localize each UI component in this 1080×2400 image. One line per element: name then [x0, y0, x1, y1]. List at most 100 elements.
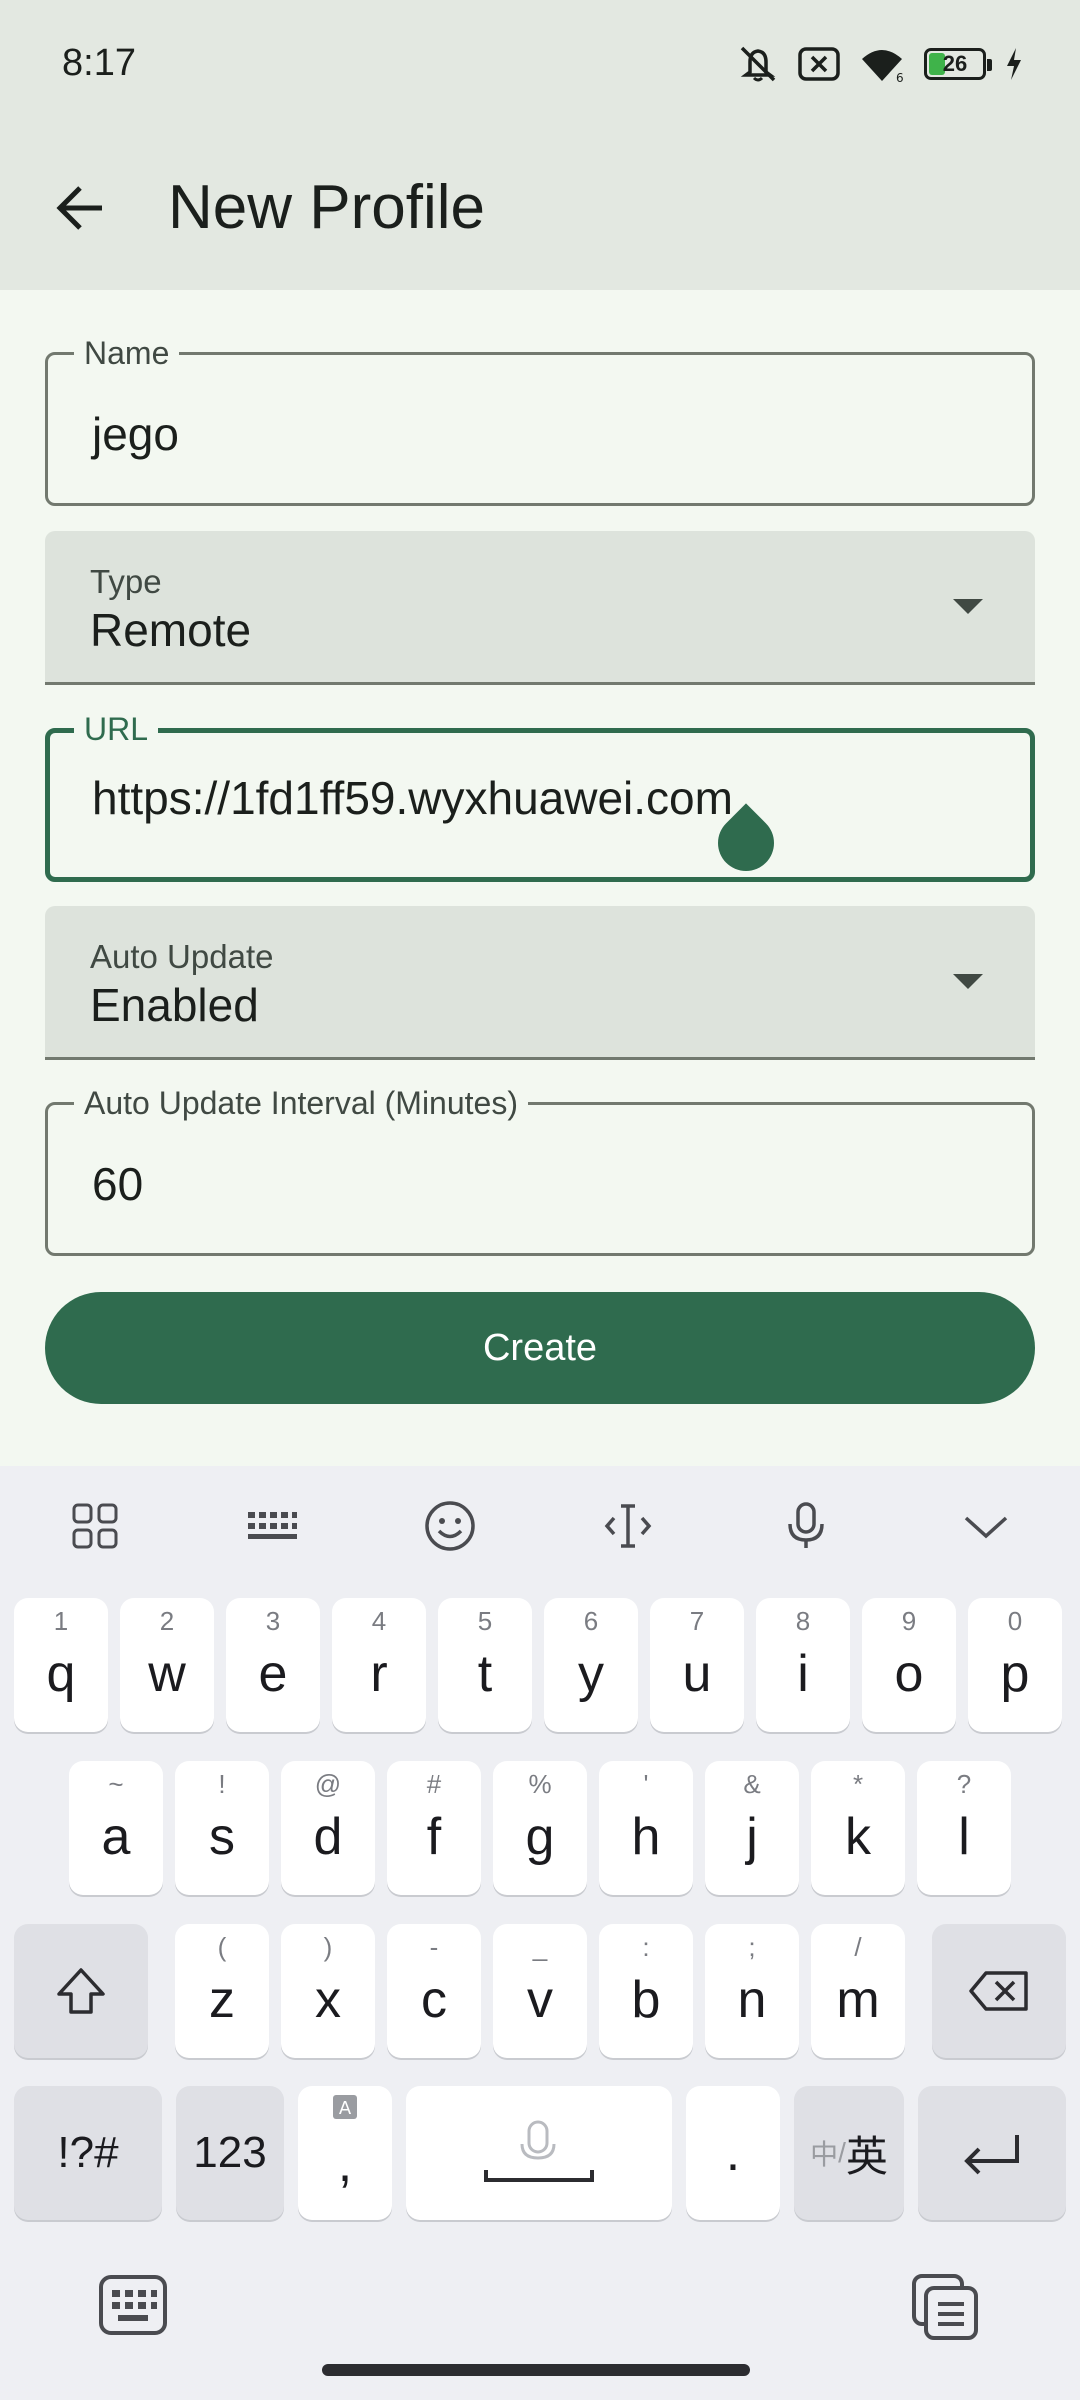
- comma-key-label: ,: [337, 2135, 353, 2193]
- no-sim-icon: [798, 46, 840, 82]
- key-c[interactable]: -c: [387, 1924, 481, 2058]
- key-label: t: [477, 1645, 493, 1703]
- type-value: Remote: [90, 604, 252, 656]
- numbers-key-label: 123: [193, 2128, 267, 2177]
- navigation-handle[interactable]: [322, 2364, 750, 2376]
- key-label: b: [631, 1971, 661, 2029]
- microphone-icon[interactable]: [776, 1496, 836, 1556]
- interval-field[interactable]: Auto Update Interval (Minutes) 60: [45, 1085, 1035, 1256]
- key-h[interactable]: ' h: [599, 1761, 693, 1895]
- name-field[interactable]: Name jego: [45, 335, 1035, 506]
- key-g[interactable]: % g: [493, 1761, 587, 1895]
- key-f[interactable]: # f: [387, 1761, 481, 1895]
- key-label: j: [746, 1808, 758, 1866]
- key-i[interactable]: 8i: [756, 1598, 850, 1732]
- key-v[interactable]: _ v: [493, 1924, 587, 2058]
- key-j[interactable]: & j: [705, 1761, 799, 1895]
- key-a[interactable]: ~ a: [69, 1761, 163, 1895]
- key-k[interactable]: * k: [811, 1761, 905, 1895]
- key-label: d: [313, 1808, 343, 1866]
- key-q[interactable]: 1q: [14, 1598, 108, 1732]
- key-hint: 7: [689, 1606, 705, 1636]
- key-label: k: [845, 1808, 871, 1866]
- key-u[interactable]: 7u: [650, 1598, 744, 1732]
- key-l[interactable]: ? l: [917, 1761, 1011, 1895]
- key-label: r: [370, 1645, 388, 1703]
- key-hint: :: [642, 1932, 650, 1962]
- apps-grid-icon[interactable]: [65, 1496, 125, 1556]
- key-label: n: [737, 1971, 767, 2029]
- mute-icon: [736, 44, 780, 84]
- key-label: x: [315, 1971, 341, 2029]
- period-key-label: .: [725, 2124, 741, 2182]
- key-label: p: [1000, 1645, 1030, 1703]
- symbols-key[interactable]: !?#: [14, 2086, 162, 2220]
- key-label: l: [958, 1808, 970, 1866]
- url-value: https://1fd1ff59.wyxhuawei.com: [92, 772, 733, 824]
- key-hint: ?: [956, 1769, 972, 1799]
- language-key[interactable]: 中 / 英: [794, 2086, 904, 2220]
- auto-update-value: Enabled: [90, 979, 259, 1031]
- key-hint: 5: [477, 1606, 493, 1636]
- language-key-separator: /: [838, 2137, 846, 2168]
- key-hint: -: [429, 1932, 439, 1962]
- key-hint: 3: [265, 1606, 281, 1636]
- key-d[interactable]: @ d: [281, 1761, 375, 1895]
- key-hint: 8: [795, 1606, 811, 1636]
- key-hint: %: [528, 1769, 552, 1799]
- key-label: v: [527, 1971, 553, 2029]
- key-x[interactable]: ) x: [281, 1924, 375, 2058]
- key-e[interactable]: 3e: [226, 1598, 320, 1732]
- key-o[interactable]: 9o: [862, 1598, 956, 1732]
- key-hint: *: [852, 1769, 864, 1799]
- url-field[interactable]: URL https://1fd1ff59.wyxhuawei.com: [45, 711, 1035, 883]
- cursor-icon[interactable]: [598, 1496, 658, 1556]
- auto-update-dropdown[interactable]: Auto Update Enabled: [45, 906, 1035, 1060]
- page-title: New Profile: [168, 173, 485, 242]
- key-label: w: [148, 1645, 186, 1703]
- key-label: o: [894, 1645, 924, 1703]
- key-w[interactable]: 2w: [120, 1598, 214, 1732]
- svg-text:A: A: [339, 2098, 352, 2119]
- dropdown-arrow-icon: [953, 599, 983, 614]
- app-bar: New Profile: [0, 132, 1080, 290]
- shift-key[interactable]: [14, 1924, 148, 2058]
- url-label: URL: [74, 711, 159, 748]
- emoji-hint-icon: A: [298, 2094, 392, 2127]
- key-y[interactable]: 6y: [544, 1598, 638, 1732]
- key-s[interactable]: ! s: [175, 1761, 269, 1895]
- backspace-key[interactable]: [932, 1924, 1066, 2058]
- collapse-icon[interactable]: [956, 1496, 1016, 1556]
- numbers-key[interactable]: 123: [176, 2086, 284, 2220]
- back-button[interactable]: [40, 168, 120, 248]
- key-label: y: [578, 1645, 604, 1703]
- create-button[interactable]: Create: [45, 1292, 1035, 1404]
- backspace-icon: [969, 1971, 1028, 2011]
- keyboard-switch-icon[interactable]: [98, 2270, 168, 2340]
- symbols-key-label: !?#: [57, 2128, 119, 2177]
- key-hint: ~: [108, 1769, 124, 1799]
- enter-key[interactable]: [918, 2086, 1066, 2220]
- status-icons: 6 26: [736, 44, 1024, 84]
- emoji-icon[interactable]: [420, 1496, 480, 1556]
- key-z[interactable]: (z: [175, 1924, 269, 2058]
- comma-key[interactable]: A ,: [298, 2086, 392, 2220]
- key-hint: 2: [159, 1606, 175, 1636]
- charging-icon: [1004, 46, 1024, 82]
- key-p[interactable]: 0p: [968, 1598, 1062, 1732]
- key-t[interactable]: 5t: [438, 1598, 532, 1732]
- key-m[interactable]: / m: [811, 1924, 905, 2058]
- space-key[interactable]: [406, 2086, 672, 2220]
- key-hint: 9: [901, 1606, 917, 1636]
- key-hint: ': [643, 1769, 649, 1799]
- wifi-icon: 6: [858, 45, 906, 83]
- key-hint: (: [217, 1932, 227, 1962]
- key-r[interactable]: 4r: [332, 1598, 426, 1732]
- key-label: i: [797, 1645, 809, 1703]
- type-dropdown[interactable]: Type Remote: [45, 531, 1035, 685]
- key-b[interactable]: :b: [599, 1924, 693, 2058]
- period-key[interactable]: .: [686, 2086, 780, 2220]
- clipboard-icon[interactable]: [908, 2270, 982, 2344]
- keyboard-layout-icon[interactable]: [242, 1496, 302, 1556]
- key-n[interactable]: ; n: [705, 1924, 799, 2058]
